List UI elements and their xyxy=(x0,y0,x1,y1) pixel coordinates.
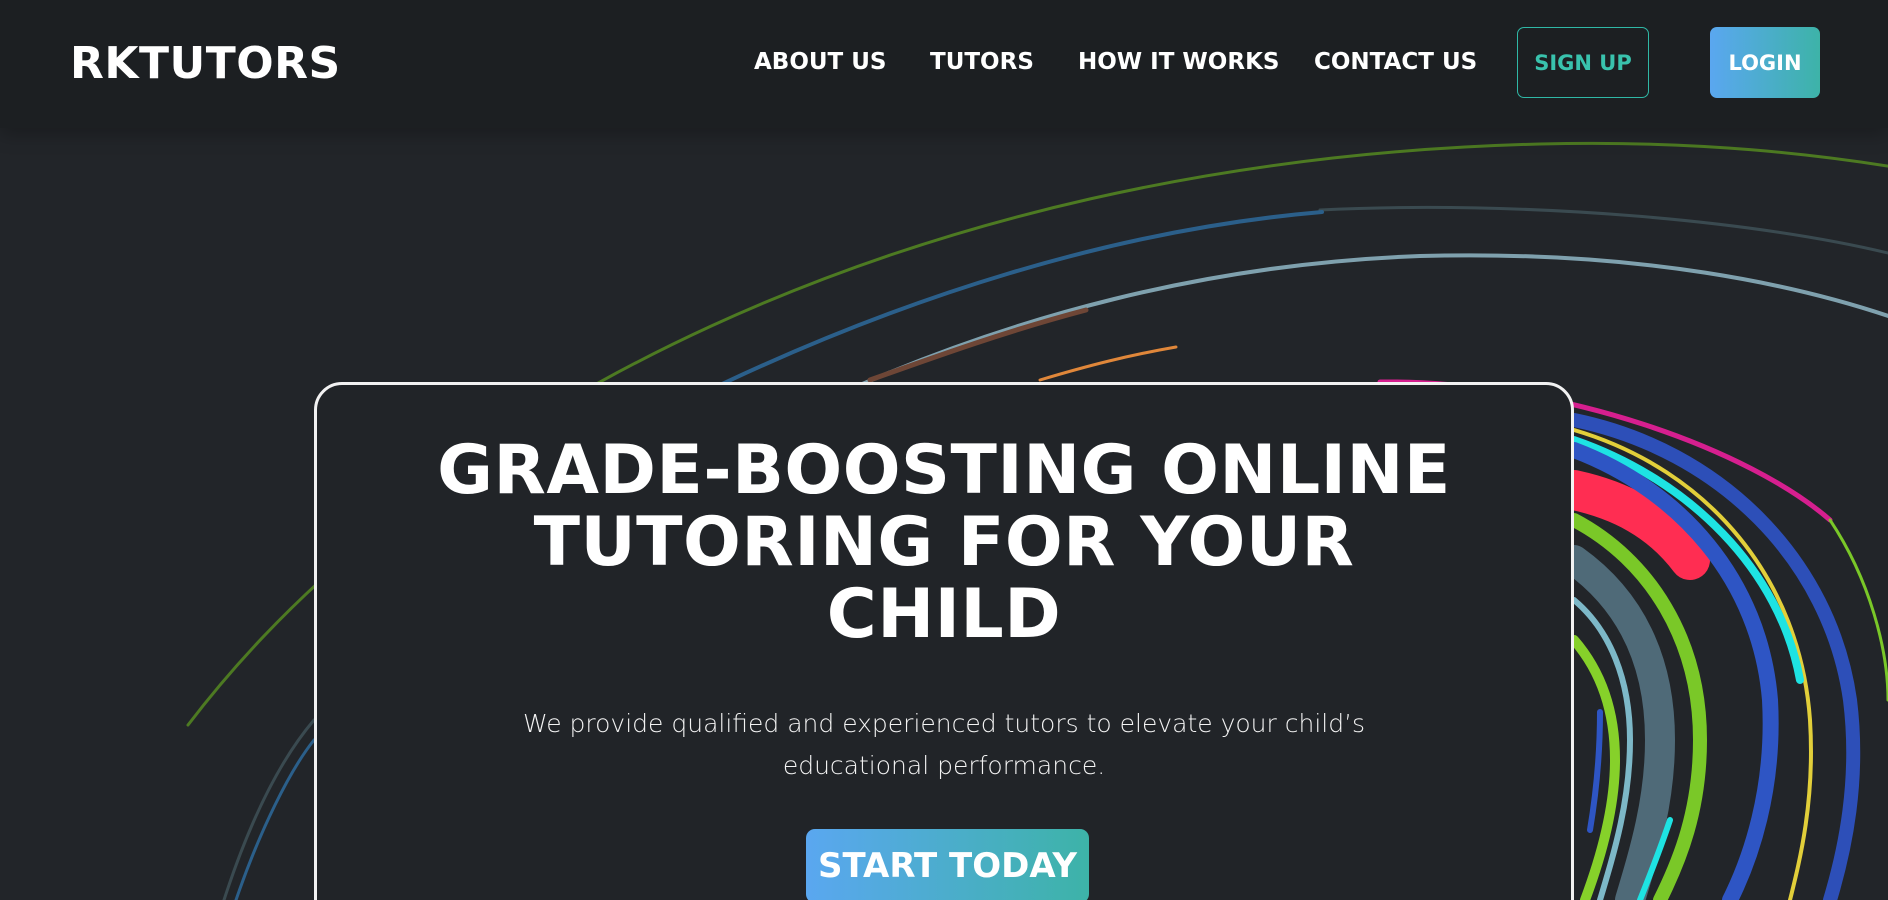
nav-link-about-us[interactable]: ABOUT US xyxy=(754,46,887,78)
hero-title-line: GRADE-BOOSTING ONLINE xyxy=(437,431,1451,510)
arc-gray-2 xyxy=(1318,205,1888,255)
start-today-button[interactable]: START TODAY xyxy=(806,829,1089,900)
hero-title: GRADE-BOOSTING ONLINE TUTORING FOR YOUR … xyxy=(317,435,1571,651)
arc-blue-left xyxy=(234,738,316,900)
hero-title-line: TUTORING FOR YOUR xyxy=(533,503,1355,582)
sign-up-button[interactable]: SIGN UP xyxy=(1517,27,1649,98)
arc-blue-short xyxy=(718,210,1324,387)
top-navbar: RKTUTORS ABOUT US TUTORS HOW IT WORKS CO… xyxy=(0,0,1888,128)
arc-brown xyxy=(867,307,1089,383)
nav-link-tutors[interactable]: TUTORS xyxy=(930,46,1034,78)
arc-blue-inner xyxy=(1587,709,1603,833)
hero-card: GRADE-BOOSTING ONLINE TUTORING FOR YOUR … xyxy=(314,382,1574,900)
page: RKTUTORS ABOUT US TUTORS HOW IT WORKS CO… xyxy=(0,0,1888,900)
arc-gray-left xyxy=(222,718,316,900)
hero-subtitle: We provide qualified and experienced tut… xyxy=(317,703,1571,787)
arc-light-gray xyxy=(858,253,1888,387)
hero-subtitle-line: educational performance. xyxy=(782,751,1106,780)
arc-orange xyxy=(1038,345,1178,382)
nav-link-how-it-works[interactable]: HOW IT WORKS xyxy=(1078,46,1279,78)
login-button[interactable]: LOGIN xyxy=(1710,27,1820,98)
hero-title-line: CHILD xyxy=(826,575,1062,654)
nav-link-contact-us[interactable]: CONTACT US xyxy=(1314,46,1477,78)
brand-logo[interactable]: RKTUTORS xyxy=(70,36,341,92)
hero-subtitle-line: We provide qualified and experienced tut… xyxy=(522,709,1366,738)
